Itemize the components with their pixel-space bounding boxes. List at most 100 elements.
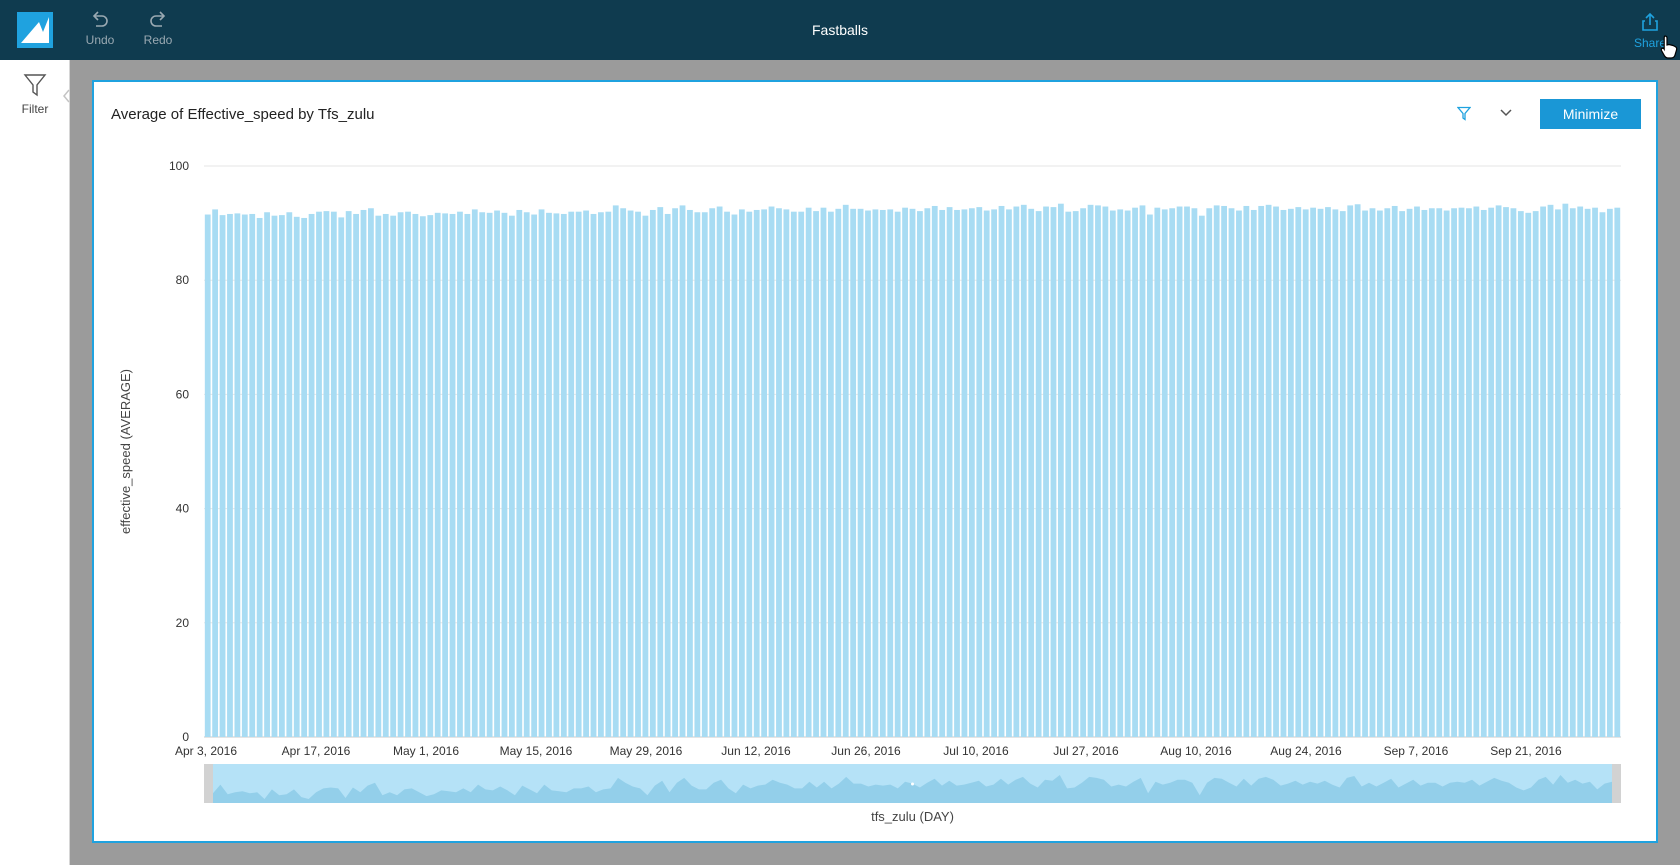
bar[interactable] [917, 211, 923, 738]
bar[interactable] [1139, 205, 1146, 737]
bar[interactable] [1302, 209, 1309, 737]
bar[interactable] [256, 217, 263, 737]
bar[interactable] [1540, 206, 1546, 737]
bar[interactable] [1161, 209, 1168, 737]
bar[interactable] [1035, 211, 1042, 738]
bar[interactable] [1117, 209, 1124, 737]
bar[interactable] [353, 213, 359, 737]
bar[interactable] [1503, 207, 1509, 738]
bar[interactable] [508, 215, 515, 737]
bar[interactable] [1384, 208, 1391, 737]
bar[interactable] [894, 211, 901, 737]
bar[interactable] [1592, 207, 1598, 737]
bar[interactable] [583, 210, 589, 738]
bar[interactable] [531, 214, 538, 737]
bar[interactable] [538, 209, 545, 737]
bar[interactable] [1243, 205, 1250, 738]
bar[interactable] [1006, 209, 1012, 737]
bar[interactable] [1599, 212, 1606, 737]
bar[interactable] [931, 205, 938, 738]
bar[interactable] [790, 211, 797, 737]
bar[interactable] [1147, 214, 1153, 737]
bar[interactable] [1517, 211, 1524, 738]
bar[interactable] [1124, 210, 1131, 738]
bar[interactable] [234, 213, 241, 737]
bar[interactable] [1280, 209, 1287, 738]
bar[interactable] [516, 209, 523, 738]
bar[interactable] [1606, 208, 1613, 737]
bar[interactable] [1488, 207, 1495, 737]
bar[interactable] [1095, 205, 1101, 737]
minimize-button[interactable]: Minimize [1540, 99, 1641, 129]
bar[interactable] [612, 205, 619, 737]
bar[interactable] [1421, 209, 1428, 738]
bar[interactable] [1555, 209, 1561, 737]
bar[interactable] [1020, 204, 1027, 737]
bar[interactable] [1414, 206, 1420, 737]
bar[interactable] [442, 213, 449, 737]
bar[interactable] [1050, 207, 1057, 738]
bar[interactable] [679, 205, 686, 737]
bar[interactable] [1221, 205, 1227, 738]
bar[interactable] [902, 207, 908, 737]
bar[interactable] [523, 212, 530, 737]
bar[interactable] [575, 211, 582, 737]
bar[interactable] [1213, 205, 1220, 737]
bar[interactable] [946, 207, 953, 738]
bar[interactable] [1362, 210, 1368, 738]
range-navigator[interactable] [204, 764, 1621, 803]
bar[interactable] [1562, 203, 1569, 737]
bar[interactable] [494, 210, 500, 738]
bar[interactable] [1109, 210, 1116, 738]
chevron-down-icon[interactable] [1499, 108, 1513, 118]
bar[interactable] [865, 210, 871, 738]
bar[interactable] [1043, 206, 1049, 737]
bar[interactable] [976, 207, 983, 738]
bar[interactable] [1584, 208, 1591, 737]
bar[interactable] [924, 208, 931, 737]
bar[interactable] [657, 207, 664, 738]
bar[interactable] [1080, 208, 1087, 737]
bar[interactable] [1532, 211, 1539, 738]
bar[interactable] [1250, 209, 1257, 738]
bar[interactable] [887, 209, 894, 737]
navigator-right-handle[interactable] [1612, 764, 1621, 803]
bar[interactable] [412, 213, 419, 737]
bar[interactable] [227, 213, 233, 737]
bar[interactable] [1406, 208, 1413, 737]
bar[interactable] [219, 215, 226, 738]
bar[interactable] [1191, 208, 1198, 737]
bar[interactable] [1339, 211, 1346, 738]
bar[interactable] [1184, 206, 1190, 737]
bar[interactable] [271, 215, 278, 737]
chevron-left-icon[interactable] [62, 88, 70, 104]
bar[interactable] [301, 217, 308, 737]
bar[interactable] [991, 209, 997, 737]
bar[interactable] [1473, 206, 1480, 737]
bar[interactable] [212, 209, 219, 737]
bar[interactable] [457, 211, 463, 737]
bar[interactable] [1295, 207, 1302, 738]
bar[interactable] [1072, 211, 1079, 738]
bar[interactable] [368, 208, 374, 737]
bar[interactable] [264, 212, 270, 737]
bar[interactable] [1369, 208, 1376, 737]
bar[interactable] [1428, 208, 1435, 737]
bar[interactable] [1228, 208, 1235, 737]
bar[interactable] [776, 208, 782, 737]
bar[interactable] [419, 216, 426, 737]
bar[interactable] [546, 212, 552, 737]
bar[interactable] [701, 212, 708, 737]
bar[interactable] [983, 210, 990, 738]
bar[interactable] [835, 208, 842, 737]
bar[interactable] [1525, 212, 1532, 737]
bar[interactable] [360, 209, 367, 738]
bar[interactable] [805, 207, 812, 737]
bar[interactable] [1132, 207, 1138, 737]
bar[interactable] [709, 208, 716, 737]
bar[interactable] [316, 211, 322, 737]
bar[interactable] [204, 214, 211, 737]
bar[interactable] [338, 217, 345, 737]
bar[interactable] [308, 213, 315, 737]
bar[interactable] [768, 206, 775, 737]
